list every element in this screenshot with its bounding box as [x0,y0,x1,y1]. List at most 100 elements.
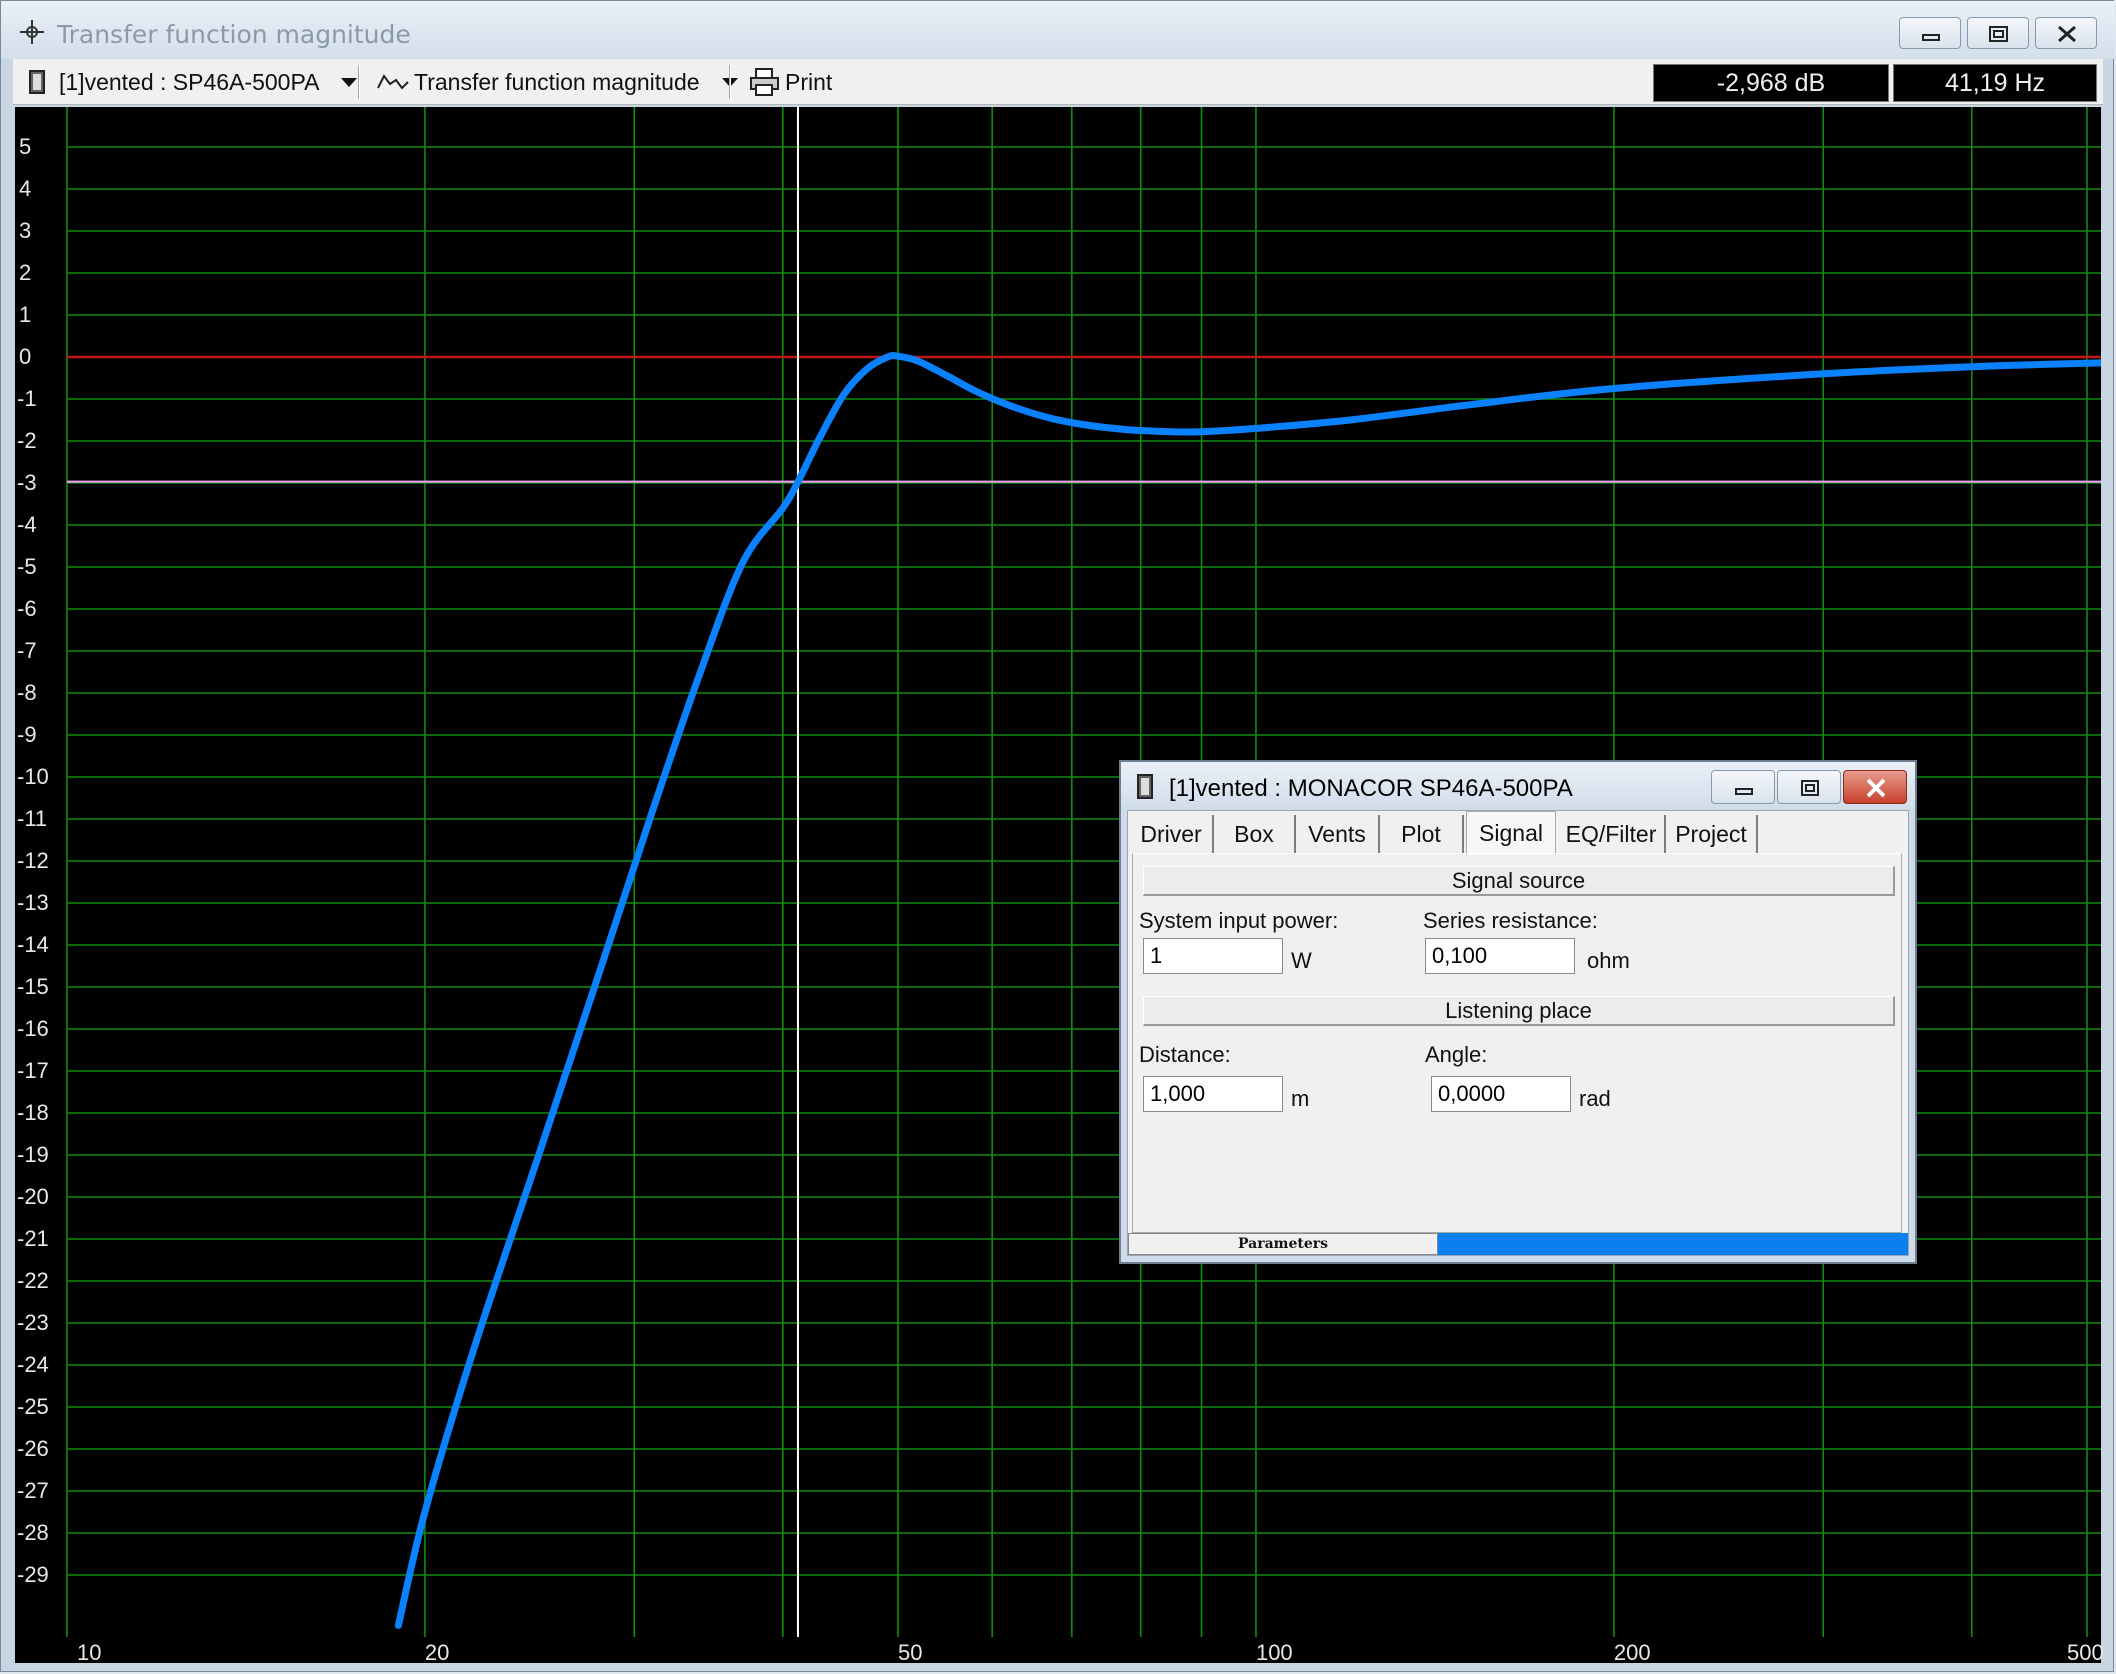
restore-icon [1801,780,1819,796]
y-tick-label: -6 [17,596,37,621]
minimize-icon [1922,34,1940,41]
y-tick-label: -21 [17,1226,49,1251]
x-tick-label: 20 [424,1640,450,1665]
tab-signal[interactable]: Signal [1466,811,1556,855]
y-tick-label: -7 [17,638,37,663]
dialog-status-bar: Parameters [1128,1233,1908,1255]
level-readout: -2,968 dB [1653,64,1889,102]
frequency-readout: 41,19 Hz [1893,64,2097,102]
y-tick-label: -15 [17,974,49,999]
y-tick-label: -19 [17,1142,49,1167]
signal-source-header: Signal source [1143,866,1895,896]
input-power-field[interactable] [1143,938,1283,974]
y-tick-label: 4 [19,176,32,201]
y-tick-label: -28 [17,1520,49,1545]
x-tick-label: 200 [1613,1640,1651,1665]
waveform-icon [377,74,409,90]
close-button[interactable] [2035,17,2097,49]
y-tick-label: -3 [17,470,37,495]
print-button[interactable]: Print [749,59,832,105]
angle-field[interactable] [1431,1076,1571,1112]
dialog-restore-button[interactable] [1777,770,1841,804]
signal-panel: Signal source System input power: W Seri… [1132,853,1902,1233]
input-power-unit: W [1291,948,1312,973]
restore-icon [1989,26,2008,42]
series-resistance-label: Series resistance: [1423,908,1598,933]
close-icon [1866,778,1886,798]
close-icon [2058,25,2076,43]
y-tick-label: -24 [17,1352,49,1377]
y-tick-label: -17 [17,1058,49,1083]
distance-unit: m [1291,1086,1310,1111]
dialog-title: [1]vented : MONACOR SP46A-500PA [1169,775,1573,802]
dialog-minimize-button[interactable] [1711,770,1775,804]
y-tick-label: -8 [17,680,37,705]
project-dialog[interactable]: [1]vented : MONACOR SP46A-500PA Driver B… [1119,760,1917,1264]
y-tick-label: -26 [17,1436,49,1461]
crosshair-icon [20,20,44,44]
y-tick-label: -18 [17,1100,49,1125]
series-resistance-field[interactable] [1425,938,1575,974]
speaker-icon [29,70,45,94]
title-bar[interactable]: Transfer function magnitude [1,1,2115,59]
tab-driver[interactable]: Driver [1130,815,1214,853]
main-window: Transfer function magnitude [1]vented : … [0,0,2115,1672]
y-tick-label: 3 [19,218,32,243]
restore-button[interactable] [1967,17,2029,49]
dialog-close-button[interactable] [1843,770,1907,804]
project-selector-label: [1]vented : SP46A-500PA [59,68,320,95]
window-title: Transfer function magnitude [57,20,411,49]
tab-strip: Driver Box Vents Plot Signal EQ/Filter P… [1128,811,1908,855]
distance-label: Distance: [1139,1042,1231,1067]
dialog-body: Driver Box Vents Plot Signal EQ/Filter P… [1127,810,1909,1256]
print-label: Print [785,68,833,95]
status-parameters: Parameters [1128,1233,1438,1255]
y-tick-label: -12 [17,848,49,873]
speaker-icon [1137,774,1153,799]
y-tick-label: -4 [17,512,37,537]
y-tick-label: -5 [17,554,37,579]
plot-selector-label: Transfer function magnitude [414,68,700,95]
y-tick-label: 5 [19,134,32,159]
y-tick-label: -9 [17,722,37,747]
y-tick-label: -14 [17,932,49,957]
x-tick-label: 10 [77,1640,102,1665]
y-tick-label: -20 [17,1184,49,1209]
project-dropdown[interactable]: [1]vented : SP46A-500PA [27,59,358,105]
y-tick-label: -1 [17,386,37,411]
dialog-title-bar[interactable]: [1]vented : MONACOR SP46A-500PA [1121,762,1915,810]
printer-icon [750,68,779,96]
y-tick-label: -25 [17,1394,49,1419]
toolbar-separator [358,65,360,99]
minimize-button[interactable] [1899,17,1961,49]
angle-unit: rad [1579,1086,1611,1111]
distance-field[interactable] [1143,1076,1283,1112]
series-resistance-unit: ohm [1587,948,1630,973]
y-tick-label: -23 [17,1310,49,1335]
y-tick-label: 2 [19,260,32,285]
y-tick-label: -11 [17,806,48,831]
y-tick-label: -2 [17,428,37,453]
input-power-label: System input power: [1139,908,1339,933]
plot-type-dropdown[interactable]: Transfer function magnitude [376,59,738,105]
tab-plot[interactable]: Plot [1380,815,1464,853]
tab-project[interactable]: Project [1666,815,1758,853]
minimize-icon [1735,788,1753,795]
y-tick-label: -10 [17,764,49,789]
angle-label: Angle: [1425,1042,1488,1067]
toolbar-separator [729,65,731,99]
x-tick-label: 50 [898,1640,923,1665]
y-tick-label: -29 [17,1562,49,1587]
listening-place-header: Listening place [1143,996,1895,1026]
progress-bar [1438,1233,1908,1255]
tab-box[interactable]: Box [1214,815,1296,853]
y-tick-label: 1 [19,302,32,327]
x-tick-label: 100 [1255,1640,1293,1665]
x-tick-label: 500 [2067,1640,2104,1665]
y-tick-label: -16 [17,1016,49,1041]
tab-vents[interactable]: Vents [1296,815,1380,853]
tab-eq-filter[interactable]: EQ/Filter [1558,815,1666,853]
y-tick-label: -27 [17,1478,49,1503]
chevron-down-icon [341,77,358,87]
y-tick-label: 0 [19,344,32,369]
